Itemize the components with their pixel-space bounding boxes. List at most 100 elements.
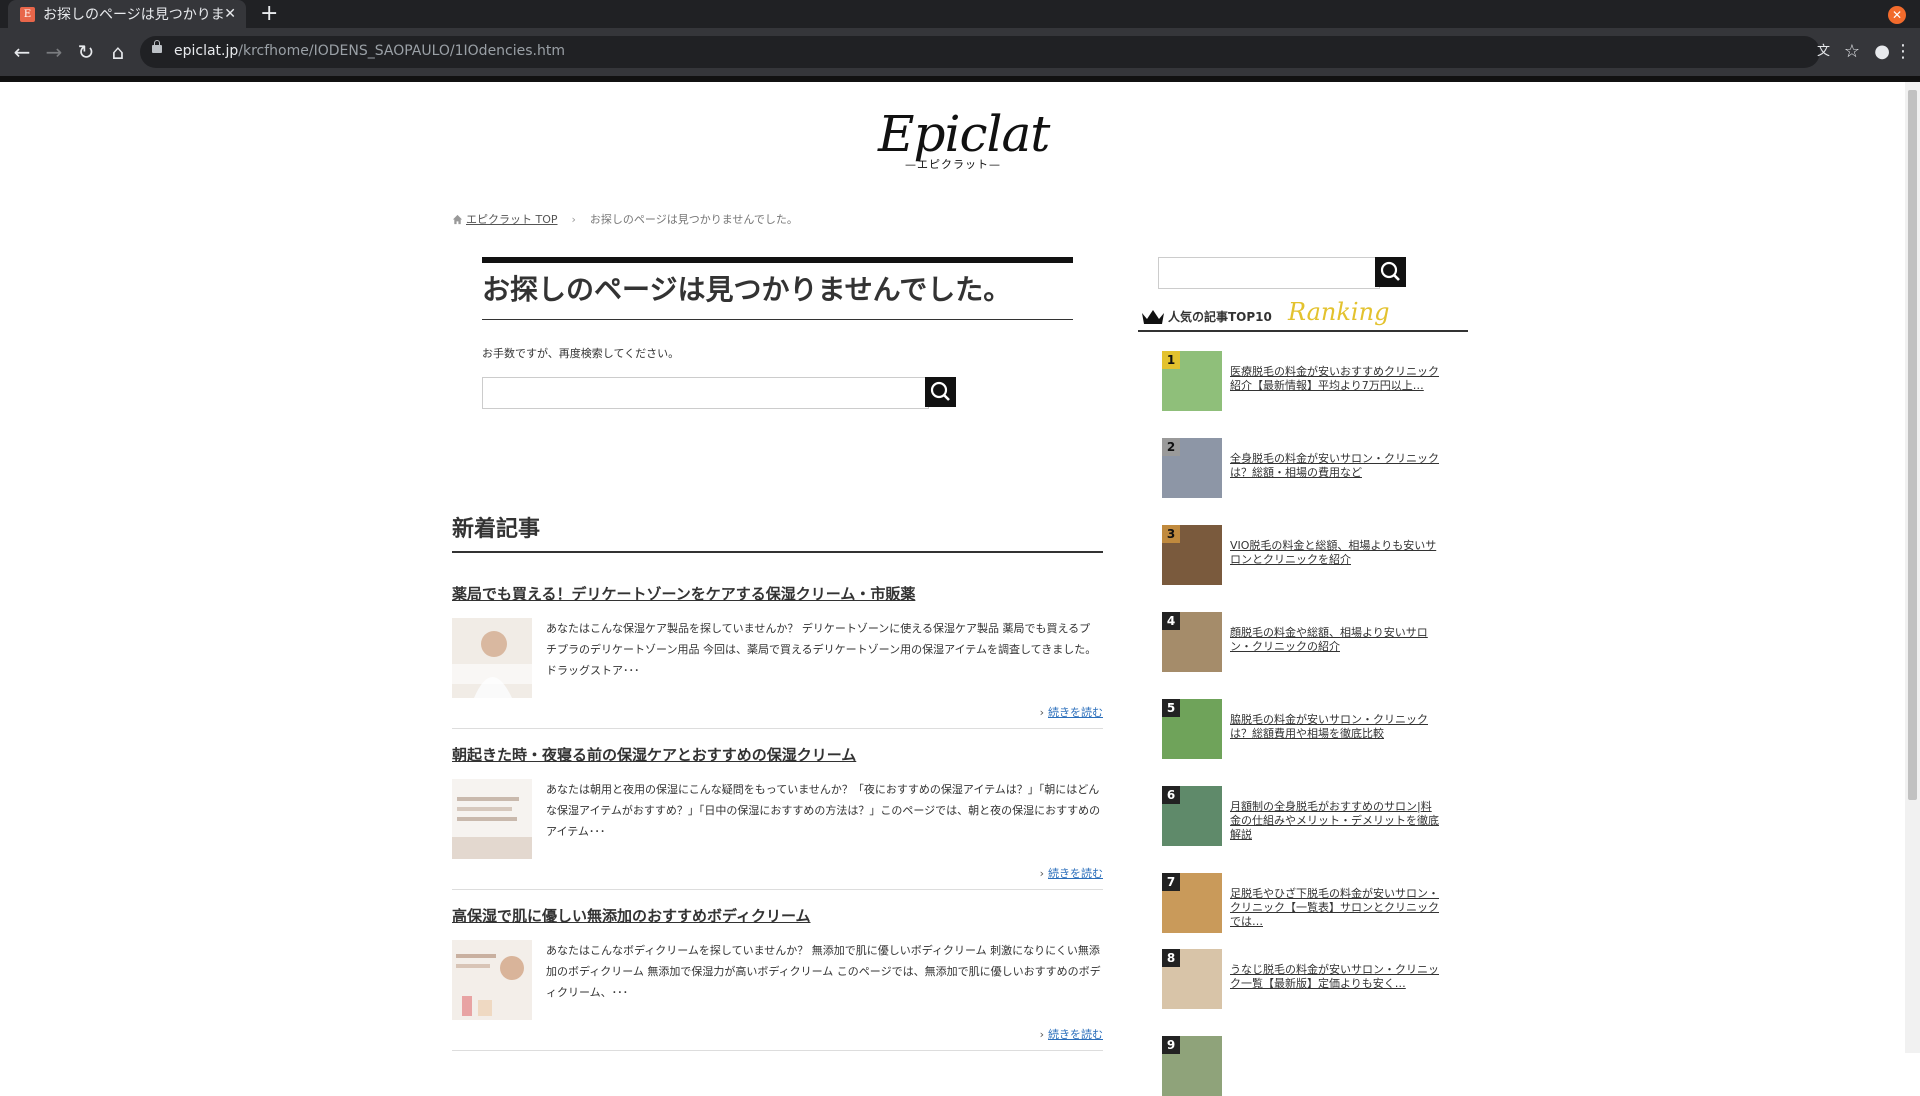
article-title-link[interactable]: 朝起きた時・夜寝る前の保湿ケアとおすすめの保湿クリーム: [452, 744, 1103, 765]
read-more: › 続きを読む: [452, 704, 1103, 720]
sidebar-search-input[interactable]: [1158, 257, 1380, 289]
new-articles-heading: 新着記事: [452, 511, 1103, 553]
back-icon[interactable]: ←: [10, 40, 34, 64]
breadcrumb: エピクラット TOP › お探しのページは見つかりませんでした。: [452, 211, 798, 227]
article-thumbnail-image: [452, 618, 532, 698]
ranking-item[interactable]: 9: [1162, 1036, 1402, 1096]
main-search-button[interactable]: [925, 377, 956, 407]
article-excerpt: あなたは朝用と夜用の保湿にこんな疑問をもっていませんか？「夜におすすめの保湿アイ…: [546, 783, 1101, 838]
article-title-link[interactable]: 高保湿で肌に優しい無添加のおすすめボディクリーム: [452, 905, 1103, 926]
ranking-item[interactable]: 5 脇脱毛の料金が安いサロン・クリニックは？総額費用や相場を徹底比較: [1162, 699, 1428, 759]
ranking-item[interactable]: 8 うなじ脱毛の料金が安いサロン・クリニック一覧【最新版】定価よりも安く…: [1162, 949, 1439, 1009]
address-bar[interactable]: epiclat.jp/krcfhome/IODENS_SAOPAULO/1IOd…: [140, 36, 1820, 68]
ranking-title-link[interactable]: 足脱毛やひざ下脱毛の料金が安いサロン・クリニック【一覧表】サロンとクリニックでは…: [1230, 887, 1442, 929]
search-icon: [930, 381, 950, 401]
ranking-item[interactable]: 7 足脱毛やひざ下脱毛の料金が安いサロン・クリニック【一覧表】サロンとクリニックで…: [1162, 873, 1439, 933]
new-tab-icon[interactable]: +: [260, 2, 278, 26]
ranking-number-badge: 4: [1162, 612, 1180, 630]
ranking-script-title: Ranking: [1288, 298, 1390, 326]
ranking-thumbnail[interactable]: 5: [1162, 699, 1222, 759]
ranking-number-badge: 3: [1162, 525, 1180, 543]
article-excerpt: あなたはこんな保湿ケア製品を探していませんか？ デリケートゾーンに使える保湿ケア…: [546, 622, 1097, 677]
tab-close-icon[interactable]: ✕: [224, 6, 236, 22]
article-excerpt: あなたはこんなボディクリームを探していませんか？ 無添加で肌に優しいボディクリー…: [546, 944, 1101, 999]
ranking-title-link[interactable]: 医療脱毛の料金が安いおすすめクリニック紹介【最新情報】平均より7万円以上…: [1230, 365, 1442, 393]
read-more: › 続きを読む: [452, 1026, 1103, 1042]
article-thumbnail[interactable]: [452, 940, 532, 1020]
ranking-thumbnail[interactable]: 7: [1162, 873, 1222, 933]
browser-tab[interactable]: E お探しのページは見つかりませんでした。 ✕: [8, 0, 246, 28]
main-search-form: [482, 377, 956, 409]
ranking-item[interactable]: 3 VIO脱毛の料金と総額、相場よりも安いサロンとクリニックを紹介: [1162, 525, 1436, 585]
ranking-thumbnail[interactable]: 8: [1162, 949, 1222, 1009]
article-item: 高保湿で肌に優しい無添加のおすすめボディクリーム あなたはこんなボディクリームを…: [452, 905, 1103, 1051]
ranking-item[interactable]: 1 医療脱毛の料金が安いおすすめクリニック紹介【最新情報】平均より7万円以上…: [1162, 351, 1439, 411]
article-item: 薬局でも買える！デリケートゾーンをケアする保湿クリーム・市販薬 あなたはこんな保…: [452, 583, 1103, 729]
home-icon[interactable]: ⌂: [106, 40, 130, 64]
home-icon: [452, 214, 463, 224]
site-top-strip: [0, 76, 1920, 82]
site-logo[interactable]: Epiclat —エピクラット—: [878, 105, 1050, 172]
ranking-title-link[interactable]: 脇脱毛の料金が安いサロン・クリニックは？総額費用や相場を徹底比較: [1230, 713, 1442, 741]
read-more-link[interactable]: 続きを読む: [1048, 706, 1103, 719]
profile-icon[interactable]: ●: [1874, 40, 1890, 64]
chevron-right-icon: ›: [1039, 867, 1044, 880]
article-thumbnail[interactable]: [452, 779, 532, 859]
bookmark-star-icon[interactable]: ☆: [1844, 40, 1860, 64]
ranking-thumbnail[interactable]: 2: [1162, 438, 1222, 498]
ranking-title-link[interactable]: 月額制の全身脱毛がおすすめのサロン|料金の仕組みやメリット・デメリットを徹底解説: [1230, 800, 1442, 842]
ranking-title-link[interactable]: 顔脱毛の料金や総額、相場より安いサロン・クリニックの紹介: [1230, 626, 1442, 654]
sidebar-search-form: [1158, 257, 1406, 289]
page-title-box: お探しのページは見つかりませんでした。: [482, 257, 1073, 320]
browser-toolbar: ← → ↻ ⌂ epiclat.jp/krcfhome/IODENS_SAOPA…: [0, 28, 1920, 76]
ranking-number-badge: 9: [1162, 1036, 1180, 1054]
article-item: 朝起きた時・夜寝る前の保湿ケアとおすすめの保湿クリーム あなたは朝用と夜用の保湿…: [452, 744, 1103, 890]
article-thumbnail[interactable]: [452, 618, 532, 698]
url-host: epiclat.jp: [174, 43, 239, 59]
browser-tab-bar: E お探しのページは見つかりませんでした。 ✕ + ✕: [0, 0, 1920, 28]
article-thumbnail-image: [452, 940, 532, 1020]
chevron-right-icon: ›: [1039, 706, 1044, 719]
ranking-item[interactable]: 6 月額制の全身脱毛がおすすめのサロン|料金の仕組みやメリット・デメリットを徹底解…: [1162, 786, 1439, 846]
ranking-number-badge: 1: [1162, 351, 1180, 369]
chevron-right-icon: ›: [1039, 1028, 1044, 1041]
sidebar-search-button[interactable]: [1375, 257, 1406, 287]
ranking-title-link[interactable]: 全身脱毛の料金が安いサロン・クリニックは？総額・相場の費用など: [1230, 452, 1442, 480]
ranking-title-link[interactable]: VIO脱毛の料金と総額、相場よりも安いサロンとクリニックを紹介: [1230, 539, 1442, 567]
ranking-title: 人気の記事TOP10: [1168, 310, 1272, 324]
ranking-thumbnail[interactable]: 3: [1162, 525, 1222, 585]
read-more-link[interactable]: 続きを読む: [1048, 1028, 1103, 1041]
breadcrumb-current: お探しのページは見つかりませんでした。: [589, 213, 798, 226]
search-notice: お手数ですが、再度検索してください。: [482, 347, 680, 360]
reload-icon[interactable]: ↻: [74, 40, 98, 64]
ranking-number-badge: 5: [1162, 699, 1180, 717]
translate-icon[interactable]: 文: [1817, 40, 1830, 64]
ranking-item[interactable]: 4 顔脱毛の料金や総額、相場より安いサロン・クリニックの紹介: [1162, 612, 1428, 672]
url-path: /krcfhome/IODENS_SAOPAULO/1IOdencies.htm: [238, 43, 565, 59]
lock-icon: [152, 40, 162, 53]
favicon-icon: E: [20, 6, 35, 22]
window-close-icon[interactable]: ✕: [1888, 6, 1906, 24]
ranking-number-badge: 6: [1162, 786, 1180, 804]
ranking-thumbnail[interactable]: 6: [1162, 786, 1222, 846]
tab-title: お探しのページは見つかりませんでした。: [43, 7, 223, 23]
page-scrollbar[interactable]: [1905, 82, 1920, 1053]
scrollbar-thumb[interactable]: [1908, 90, 1917, 800]
ranking-item[interactable]: 2 全身脱毛の料金が安いサロン・クリニックは？総額・相場の費用など: [1162, 438, 1439, 498]
article-title-link[interactable]: 薬局でも買える！デリケートゾーンをケアする保湿クリーム・市販薬: [452, 583, 1103, 604]
read-more: › 続きを読む: [452, 865, 1103, 881]
forward-icon[interactable]: →: [42, 40, 66, 64]
main-search-input[interactable]: [482, 377, 929, 409]
logo-text: Epiclat: [878, 105, 1050, 163]
ranking-header: 人気の記事TOP10 Ranking: [1138, 298, 1468, 332]
ranking-thumbnail[interactable]: 4: [1162, 612, 1222, 672]
ranking-thumbnail[interactable]: 9: [1162, 1036, 1222, 1096]
crown-icon: [1142, 310, 1164, 324]
breadcrumb-separator-icon: ›: [571, 212, 576, 226]
menu-icon[interactable]: ⋮: [1894, 40, 1912, 64]
read-more-link[interactable]: 続きを読む: [1048, 867, 1103, 880]
breadcrumb-home-link[interactable]: エピクラット TOP: [466, 211, 558, 227]
ranking-number-badge: 2: [1162, 438, 1180, 456]
ranking-thumbnail[interactable]: 1: [1162, 351, 1222, 411]
ranking-title-link[interactable]: うなじ脱毛の料金が安いサロン・クリニック一覧【最新版】定価よりも安く…: [1230, 963, 1442, 991]
